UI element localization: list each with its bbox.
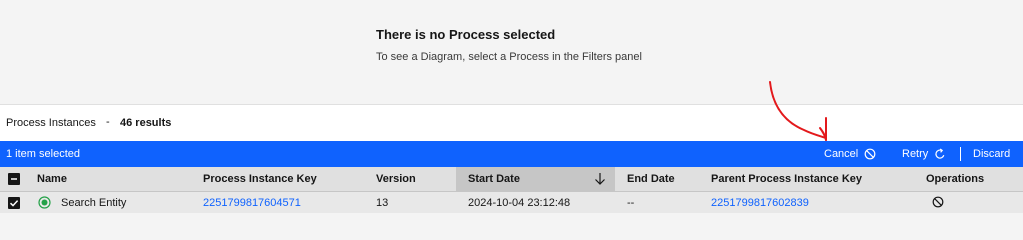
panel-title: Process Instances: [6, 117, 96, 129]
toolbar-divider: [960, 147, 961, 161]
select-all-checkbox[interactable]: [8, 173, 20, 185]
selected-count-label: 1 item selected: [6, 148, 80, 160]
column-header-operations: Operations: [926, 173, 985, 185]
row-version: 13: [376, 197, 389, 209]
diagram-panel: There is no Process selected To see a Di…: [0, 0, 1023, 104]
column-header-parent-process-instance-key[interactable]: Parent Process Instance Key: [711, 167, 862, 191]
retry-button-label: Retry: [902, 148, 929, 160]
row-name: Search Entity: [61, 197, 127, 209]
cancel-icon: [864, 148, 876, 160]
column-header-name[interactable]: Name: [37, 167, 67, 191]
title-separator: -: [106, 116, 110, 128]
discard-button-label: Discard: [973, 148, 1011, 160]
process-instances-header: Process Instances - 46 results: [0, 104, 1023, 141]
empty-state-title: There is no Process selected: [376, 27, 556, 42]
column-header-start-date[interactable]: Start Date: [468, 167, 520, 191]
row-checkbox[interactable]: [8, 197, 20, 209]
cancel-operation-icon[interactable]: [932, 196, 944, 211]
row-end-date: --: [627, 197, 635, 209]
table-header: Name Process Instance Key Version Start …: [0, 167, 1023, 191]
retry-icon: [934, 148, 946, 160]
process-instance-key-link[interactable]: 2251799817604571: [203, 197, 301, 209]
column-header-version[interactable]: Version: [376, 167, 416, 191]
column-header-process-instance-key[interactable]: Process Instance Key: [203, 167, 317, 191]
empty-state-description: To see a Diagram, select a Process in th…: [376, 51, 642, 63]
selection-toolbar: 1 item selected Cancel Retry Discard: [0, 141, 1023, 167]
table-row[interactable]: Search Entity 2251799817604571 13 2024-1…: [0, 191, 1023, 213]
active-state-icon: [38, 196, 51, 212]
retry-button[interactable]: Retry: [902, 141, 946, 167]
cancel-button[interactable]: Cancel: [824, 141, 876, 167]
results-count: 46 results: [120, 117, 172, 129]
row-start-date: 2024-10-04 23:12:48: [468, 197, 571, 209]
parent-process-instance-key-link[interactable]: 2251799817602839: [711, 197, 809, 209]
column-header-end-date[interactable]: End Date: [627, 167, 675, 191]
sort-descending-icon[interactable]: [594, 171, 606, 190]
discard-button[interactable]: Discard: [973, 141, 1010, 167]
cancel-button-label: Cancel: [824, 148, 859, 160]
